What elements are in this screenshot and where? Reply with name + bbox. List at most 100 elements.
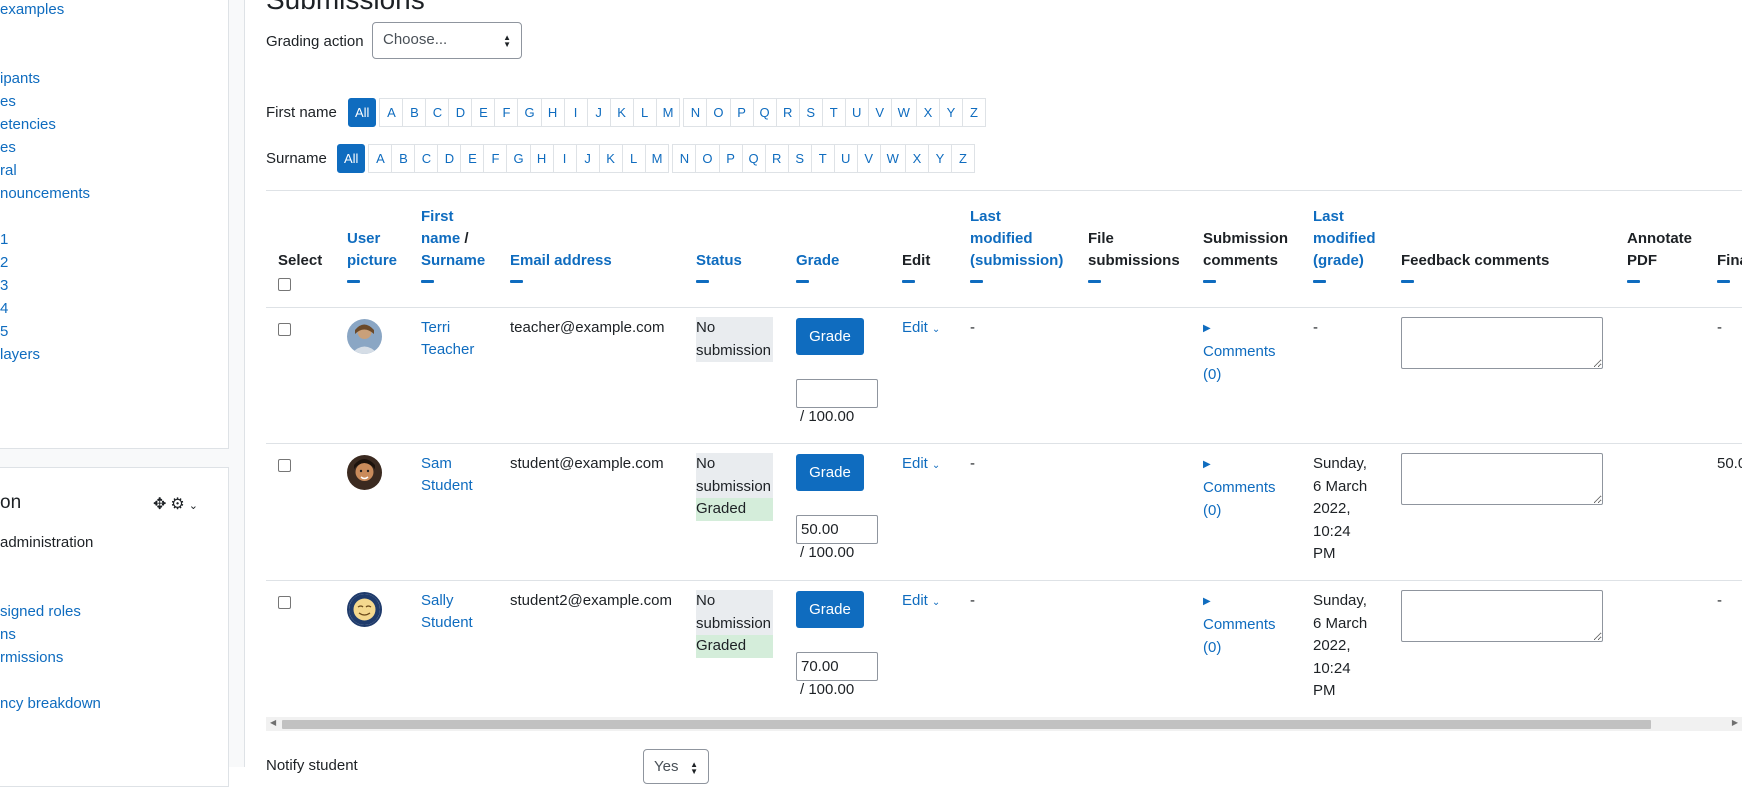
avatar[interactable] bbox=[347, 592, 382, 627]
firstname-initial-z[interactable]: Z bbox=[961, 98, 986, 127]
admin-link-assigned-roles[interactable]: signed roles bbox=[0, 603, 81, 620]
header-status[interactable]: Status bbox=[696, 250, 742, 272]
surname-initial-g[interactable]: G bbox=[506, 144, 531, 173]
gear-icon[interactable]: ⚙ bbox=[170, 496, 188, 513]
select-all-checkbox[interactable] bbox=[278, 278, 291, 291]
firstname-initial-v[interactable]: V bbox=[867, 98, 892, 127]
nav-link-topic-2[interactable]: 2 bbox=[0, 254, 8, 271]
scroll-left-icon[interactable]: ◀ bbox=[270, 718, 276, 727]
surname-initial-x[interactable]: X bbox=[904, 144, 929, 173]
surname-initial-u[interactable]: U bbox=[833, 144, 858, 173]
surname-initial-w[interactable]: W bbox=[879, 144, 906, 173]
surname-initial-b[interactable]: B bbox=[391, 144, 416, 173]
firstname-initial-e[interactable]: E bbox=[471, 98, 496, 127]
edit-menu-button[interactable]: Edit ⌄ bbox=[902, 590, 940, 614]
grading-action-select[interactable]: Choose... ▲ ▼ bbox=[372, 22, 522, 59]
header-email[interactable]: Email address bbox=[510, 250, 612, 272]
avatar[interactable] bbox=[347, 319, 382, 354]
grade-input[interactable] bbox=[796, 652, 878, 681]
surname-initial-d[interactable]: D bbox=[437, 144, 462, 173]
collapse-final-grade-icon[interactable] bbox=[1717, 280, 1730, 283]
firstname-initial-t[interactable]: T bbox=[821, 98, 846, 127]
surname-initial-n[interactable]: N bbox=[672, 144, 697, 173]
firstname-initial-r[interactable]: R bbox=[775, 98, 800, 127]
edit-menu-button[interactable]: Edit ⌄ bbox=[902, 317, 940, 341]
edit-menu-button[interactable]: Edit ⌄ bbox=[902, 453, 940, 477]
firstname-initial-b[interactable]: B bbox=[402, 98, 427, 127]
row-select-checkbox[interactable] bbox=[278, 323, 291, 336]
nav-link-layers[interactable]: layers bbox=[0, 346, 40, 363]
firstname-initial-c[interactable]: C bbox=[425, 98, 450, 127]
surname-initial-s[interactable]: S bbox=[787, 144, 812, 173]
firstname-initial-d[interactable]: D bbox=[448, 98, 473, 127]
collapse-user-picture-icon[interactable] bbox=[347, 280, 360, 283]
collapse-last-modified-submission-icon[interactable] bbox=[970, 280, 983, 283]
header-last-modified-grade[interactable]: Last modified (grade) bbox=[1313, 206, 1376, 272]
row-select-checkbox[interactable] bbox=[278, 459, 291, 472]
scroll-right-icon[interactable]: ▶ bbox=[1732, 718, 1738, 727]
nav-link-topic-1[interactable]: 1 bbox=[0, 231, 8, 248]
firstname-initial-w[interactable]: W bbox=[890, 98, 917, 127]
header-first-name-line2[interactable]: name bbox=[421, 230, 460, 247]
firstname-initial-q[interactable]: Q bbox=[752, 98, 777, 127]
move-icon[interactable]: ✥ bbox=[153, 496, 170, 513]
firstname-initial-a[interactable]: A bbox=[379, 98, 404, 127]
firstname-initial-g[interactable]: G bbox=[517, 98, 542, 127]
comments-toggle[interactable]: ▶ Comments (0) bbox=[1203, 453, 1276, 522]
nav-link-general[interactable]: ral bbox=[0, 162, 17, 179]
collapse-grade-icon[interactable] bbox=[796, 280, 809, 283]
grade-input[interactable] bbox=[796, 515, 878, 544]
grade-button[interactable]: Grade bbox=[796, 591, 864, 628]
user-fullname-link[interactable]: Sally Student bbox=[421, 590, 473, 634]
user-fullname-link[interactable]: Sam Student bbox=[421, 453, 473, 497]
nav-link-participants[interactable]: ipants bbox=[0, 70, 40, 87]
firstname-initial-o[interactable]: O bbox=[706, 98, 731, 127]
avatar[interactable] bbox=[347, 455, 382, 490]
surname-initial-f[interactable]: F bbox=[483, 144, 508, 173]
table-horizontal-scrollbar[interactable]: ◀ ▶ bbox=[266, 717, 1742, 731]
admin-link-permissions[interactable]: ns bbox=[0, 626, 16, 643]
surname-initial-r[interactable]: R bbox=[764, 144, 789, 173]
nav-link-topic-4[interactable]: 4 bbox=[0, 300, 8, 317]
nav-link-announcements[interactable]: nouncements bbox=[0, 185, 90, 202]
surname-initial-h[interactable]: H bbox=[529, 144, 554, 173]
firstname-initial-x[interactable]: X bbox=[915, 98, 940, 127]
nav-link-competencies[interactable]: etencies bbox=[0, 116, 56, 133]
surname-initial-p[interactable]: P bbox=[718, 144, 743, 173]
firstname-initial-n[interactable]: N bbox=[683, 98, 708, 127]
surname-initial-e[interactable]: E bbox=[460, 144, 485, 173]
surname-initial-l[interactable]: L bbox=[621, 144, 646, 173]
header-surname[interactable]: Surname bbox=[421, 250, 485, 272]
collapse-email-icon[interactable] bbox=[510, 280, 523, 283]
surname-initial-m[interactable]: M bbox=[644, 144, 670, 173]
grade-button[interactable]: Grade bbox=[796, 454, 864, 491]
admin-link-check-permissions[interactable]: rmissions bbox=[0, 649, 63, 666]
surname-initial-all[interactable]: All bbox=[337, 144, 366, 173]
feedback-comments-textarea[interactable] bbox=[1401, 590, 1603, 642]
surname-initial-t[interactable]: T bbox=[810, 144, 835, 173]
firstname-initial-u[interactable]: U bbox=[844, 98, 869, 127]
firstname-initial-p[interactable]: P bbox=[729, 98, 754, 127]
firstname-initial-s[interactable]: S bbox=[798, 98, 823, 127]
comments-toggle[interactable]: ▶ Comments (0) bbox=[1203, 590, 1276, 659]
collapse-feedback-icon[interactable] bbox=[1401, 280, 1414, 283]
header-first-name-line1[interactable]: First bbox=[421, 206, 485, 228]
collapse-submission-comments-icon[interactable] bbox=[1203, 280, 1216, 283]
firstname-initial-j[interactable]: J bbox=[586, 98, 611, 127]
surname-initial-i[interactable]: I bbox=[552, 144, 577, 173]
nav-link-grades[interactable]: es bbox=[0, 139, 16, 156]
nav-link-badges[interactable]: es bbox=[0, 93, 16, 110]
collapse-edit-icon[interactable] bbox=[902, 280, 915, 283]
chevron-down-icon[interactable]: ⌄ bbox=[189, 500, 202, 512]
surname-initial-a[interactable]: A bbox=[368, 144, 393, 173]
collapse-name-icon[interactable] bbox=[421, 280, 434, 283]
row-select-checkbox[interactable] bbox=[278, 596, 291, 609]
collapse-last-modified-grade-icon[interactable] bbox=[1313, 280, 1326, 283]
surname-initial-c[interactable]: C bbox=[414, 144, 439, 173]
feedback-comments-textarea[interactable] bbox=[1401, 453, 1603, 505]
surname-initial-o[interactable]: O bbox=[695, 144, 720, 173]
firstname-initial-y[interactable]: Y bbox=[938, 98, 963, 127]
nav-link-examples[interactable]: examples bbox=[0, 1, 64, 18]
header-grade[interactable]: Grade bbox=[796, 250, 839, 272]
surname-initial-k[interactable]: K bbox=[598, 144, 623, 173]
